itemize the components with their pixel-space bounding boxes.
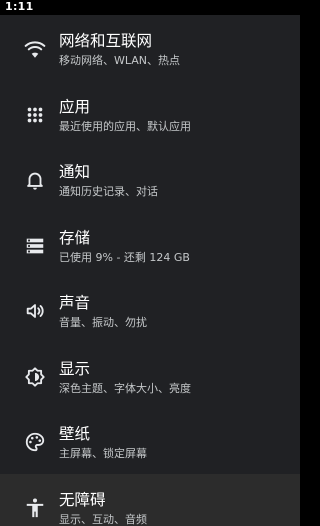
- setting-summary: 最近使用的应用、默认应用: [59, 119, 191, 133]
- setting-title: 无障碍: [59, 490, 106, 509]
- setting-accessibility[interactable]: 无障碍 显示、互动、音频: [0, 473, 300, 526]
- volume-icon: [24, 300, 46, 322]
- setting-summary: 音量、振动、勿扰: [59, 316, 147, 329]
- setting-summary: 显示、互动、音频: [59, 512, 147, 526]
- accessibility-icon: [24, 497, 46, 519]
- setting-title: 壁纸: [59, 425, 91, 443]
- setting-display[interactable]: 显示 深色主题、字体大小、亮度: [0, 343, 300, 409]
- status-time: 1:11: [5, 0, 34, 13]
- setting-notifications[interactable]: 通知 通知历史记录、对话: [0, 146, 300, 212]
- status-bar: 1:11: [0, 0, 300, 15]
- setting-storage[interactable]: 存储 已使用 9% - 还剩 124 GB: [0, 212, 300, 278]
- setting-summary: 深色主题、字体大小、亮度: [59, 381, 191, 395]
- setting-summary: 移动网络、WLAN、热点: [59, 54, 181, 67]
- setting-title: 网络和互联网: [59, 32, 153, 50]
- setting-wallpaper[interactable]: 壁纸 主屏幕、锁定屏幕: [0, 408, 300, 474]
- bell-icon: [24, 169, 46, 191]
- apps-grid-icon: [24, 104, 46, 126]
- setting-title: 显示: [59, 359, 91, 378]
- setting-network-internet[interactable]: 网络和互联网 移动网络、WLAN、热点: [0, 15, 300, 81]
- setting-summary: 通知历史记录、对话: [59, 185, 158, 198]
- palette-icon: [24, 431, 46, 453]
- setting-apps[interactable]: 应用 最近使用的应用、默认应用: [0, 81, 300, 147]
- setting-sound[interactable]: 声音 音量、振动、勿扰: [0, 277, 300, 343]
- setting-title: 通知: [59, 163, 91, 181]
- wifi-icon: [24, 38, 46, 60]
- settings-list[interactable]: 网络和互联网 移动网络、WLAN、热点 应用 最近使用的应用、默认应用 通知 通…: [0, 15, 300, 526]
- settings-screen: 1:11 网络和互联网 移动网络、WLAN、热点 应用 最近使用的应用、默认应用…: [0, 0, 300, 526]
- setting-title: 声音: [59, 294, 91, 312]
- storage-icon: [24, 235, 46, 257]
- setting-summary: 已使用 9% - 还剩 124 GB: [59, 250, 190, 264]
- brightness-icon: [24, 366, 46, 388]
- setting-title: 存储: [59, 228, 91, 247]
- setting-title: 应用: [59, 97, 91, 116]
- setting-summary: 主屏幕、锁定屏幕: [59, 447, 147, 460]
